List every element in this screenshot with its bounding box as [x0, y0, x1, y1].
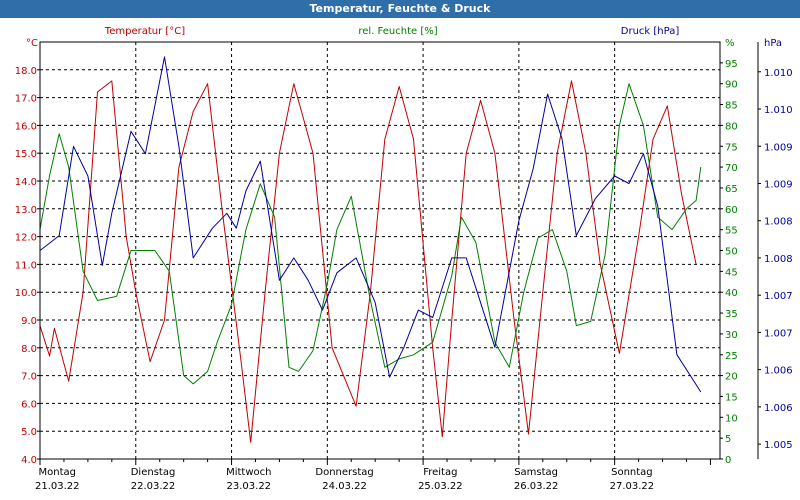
tick-label-temperature: 7.0 — [21, 372, 37, 383]
chart-area: 4.0 5.0 6.0 7.0 8.0 9.0 10.0 11.0 12.0 13.0 14.0 15… — [0, 18, 800, 500]
tick-label-temperature: 8.0 — [21, 344, 37, 355]
x-label-day: Sonntag — [611, 467, 653, 478]
tick-label-temperature: 18.0 — [15, 66, 37, 77]
tick-label-temperature: 13.0 — [15, 205, 37, 216]
tick-label-pressure: 1.008 — [764, 254, 793, 265]
tick-label-temperature: 5.0 — [21, 427, 37, 438]
x-label-date: 25.03.22 — [418, 481, 463, 492]
tick-label-temperature: 4.0 — [21, 455, 37, 466]
x-label-date: 21.03.22 — [35, 481, 80, 492]
tick-label-temperature: 17.0 — [15, 94, 37, 105]
x-label-day: Dienstag — [131, 467, 176, 478]
window-title: Temperatur, Feuchte & Druck — [0, 0, 800, 18]
x-label-day: Donnerstag — [315, 467, 373, 478]
tick-label-pressure: 1.010 — [764, 68, 793, 79]
x-label-day: Mittwoch — [226, 467, 271, 478]
tick-label-pressure: 1.005 — [764, 440, 793, 451]
tick-label-humidity: 45 — [725, 267, 738, 278]
tick-label-temperature: 14.0 — [15, 177, 37, 188]
tick-label-humidity: 15 — [725, 392, 738, 403]
x-label-date: 24.03.22 — [322, 481, 367, 492]
x-label-day: Freitag — [423, 467, 457, 478]
tick-label-humidity: 95 — [725, 59, 738, 70]
tick-label-temperature: 16.0 — [15, 121, 37, 132]
tick-label-humidity: 5 — [725, 434, 731, 445]
tick-label-temperature: 6.0 — [21, 399, 37, 410]
tick-label-humidity: 55 — [725, 226, 738, 237]
tick-label-humidity: 60 — [725, 205, 738, 216]
x-label-date: 23.03.22 — [227, 481, 272, 492]
tick-label-pressure: 1.009 — [764, 179, 793, 190]
tick-label-humidity: 0 — [725, 455, 731, 466]
tick-label-humidity: 90 — [725, 80, 738, 91]
tick-label-humidity: 40 — [725, 288, 738, 299]
tick-label-pressure: 1.010 — [764, 105, 793, 116]
tick-label-pressure: 1.008 — [764, 217, 793, 228]
legend-pressure: Druck [hPa] — [621, 26, 680, 37]
tick-label-pressure: 1.006 — [764, 366, 793, 377]
tick-label-temperature: 12.0 — [15, 233, 37, 244]
tick-label-temperature: 9.0 — [21, 316, 37, 327]
tick-label-pressure: 1.007 — [764, 328, 793, 339]
tick-label-pressure: 1.009 — [764, 142, 793, 153]
tick-label-temperature: 11.0 — [15, 260, 37, 271]
x-label-day: Samstag — [514, 467, 558, 478]
tick-label-humidity: 20 — [725, 372, 738, 383]
tick-label-humidity: 85 — [725, 101, 738, 112]
tick-label-pressure: 1.006 — [764, 403, 793, 414]
tick-label-humidity: 25 — [725, 351, 738, 362]
legend-temperature: Temperatur [°C] — [104, 26, 185, 37]
tick-label-humidity: 35 — [725, 309, 738, 320]
axis-unit-temperature: °C — [26, 38, 38, 49]
x-label-day: Montag — [38, 467, 75, 478]
tick-label-humidity: 65 — [725, 184, 738, 195]
legend-humidity: rel. Feuchte [%] — [358, 26, 437, 37]
axis-unit-pressure: hPa — [764, 38, 782, 49]
x-label-date: 22.03.22 — [131, 481, 176, 492]
tick-label-temperature: 15.0 — [15, 149, 37, 160]
x-label-date: 27.03.22 — [610, 481, 655, 492]
tick-label-humidity: 10 — [725, 413, 738, 424]
x-label-date: 26.03.22 — [514, 481, 559, 492]
axis-unit-humidity: % — [725, 38, 735, 49]
tick-label-humidity: 70 — [725, 163, 738, 174]
tick-label-humidity: 30 — [725, 330, 738, 341]
tick-label-humidity: 80 — [725, 121, 738, 132]
tick-label-temperature: 10.0 — [15, 288, 37, 299]
tick-label-humidity: 50 — [725, 247, 738, 258]
tick-label-pressure: 1.007 — [764, 291, 793, 302]
tick-label-humidity: 75 — [725, 142, 738, 153]
